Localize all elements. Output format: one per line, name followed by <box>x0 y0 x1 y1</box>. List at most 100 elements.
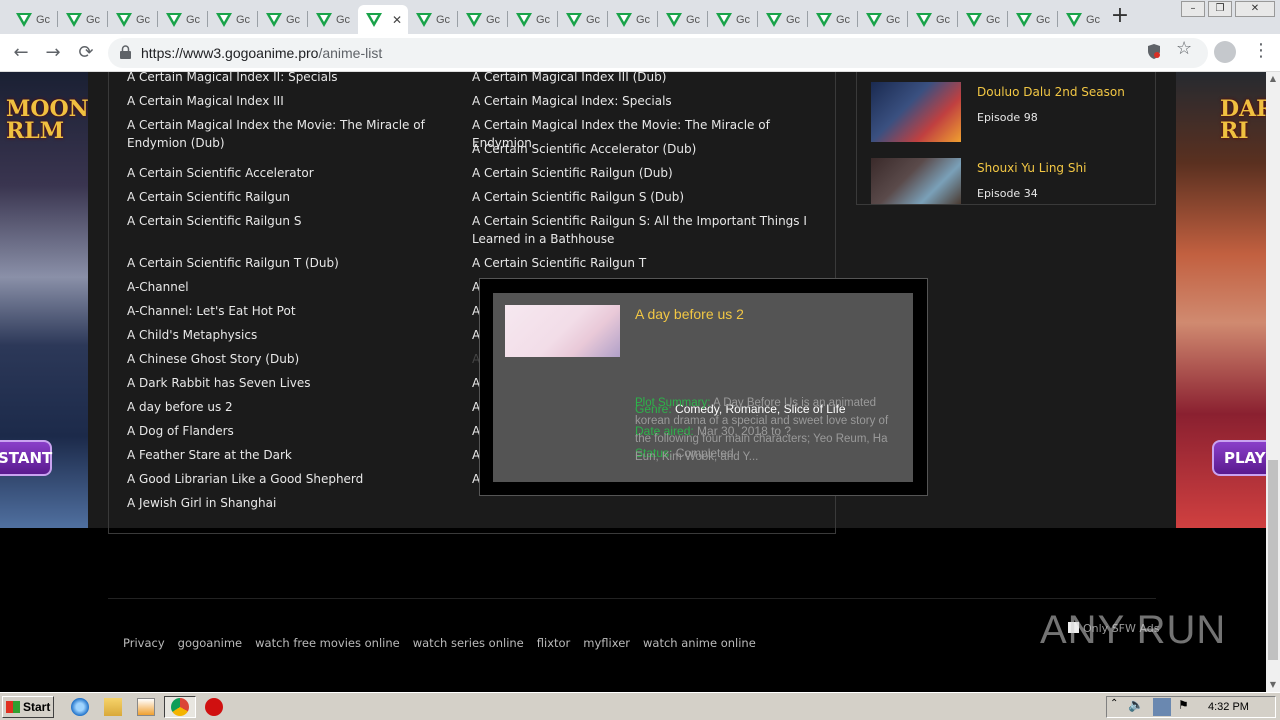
anime-list-item[interactable]: A Good Librarian Like a Good Shepherd <box>127 470 467 488</box>
browser-tab[interactable]: Gc <box>908 5 958 34</box>
anime-list-item[interactable]: A Child's Metaphysics <box>127 326 467 344</box>
anime-list-item[interactable]: A Certain Scientific Railgun S <box>127 212 467 230</box>
back-icon[interactable]: ← <box>10 42 32 64</box>
ie-icon[interactable] <box>71 698 89 716</box>
tab-title: Gc <box>886 13 901 26</box>
anime-list-item[interactable]: A Chinese Ghost Story (Dub) <box>127 350 467 368</box>
anime-list-item[interactable]: A Certain Scientific Accelerator <box>127 164 467 182</box>
anime-list-item[interactable]: A Certain Scientific Railgun S: All the … <box>472 212 812 248</box>
browser-tab[interactable]: Gc <box>1058 5 1108 34</box>
browser-tab[interactable]: Gc <box>58 5 108 34</box>
anime-list-item[interactable]: A Certain Scientific Railgun T (Dub) <box>127 254 467 272</box>
anime-list-item[interactable]: A Certain Magical Index the Movie: The M… <box>127 116 467 152</box>
left-ad-banner[interactable]: MOON RLM STANT <box>0 72 89 528</box>
scroll-down-icon[interactable]: ▼ <box>1266 678 1280 692</box>
anime-list-item[interactable]: A day before us 2 <box>127 398 467 416</box>
reload-icon[interactable]: ⟳ <box>75 42 97 64</box>
shield-alert-icon[interactable] <box>205 698 223 716</box>
anime-list-item[interactable]: A-Channel: Let's Eat Hot Pot <box>127 302 467 320</box>
folder-icon[interactable] <box>104 698 122 716</box>
browser-tab[interactable]: Gc <box>608 5 658 34</box>
page-scrollbar[interactable]: ▲ ▼ <box>1266 72 1280 692</box>
footer-link[interactable]: gogoanime <box>178 636 242 650</box>
browser-tab[interactable]: Gc <box>558 5 608 34</box>
anime-list-item[interactable]: A Certain Scientific Railgun T <box>472 254 812 272</box>
browser-tab[interactable]: Gc <box>8 5 58 34</box>
address-bar[interactable]: https://www3.gogoanime.pro/anime-list <box>108 38 1208 68</box>
new-tab-button[interactable]: + <box>1108 5 1132 29</box>
minimize-button[interactable]: – <box>1181 1 1205 17</box>
anime-list-item[interactable]: A Dog of Flanders <box>127 422 467 440</box>
profile-avatar[interactable] <box>1214 41 1236 63</box>
recent-episode[interactable]: Episode 98 <box>977 111 1038 124</box>
scrollbar-thumb[interactable] <box>1268 460 1278 660</box>
recent-thumbnail[interactable] <box>871 158 961 204</box>
footer-link[interactable]: watch anime online <box>643 636 756 650</box>
anime-list-item[interactable]: A Certain Magical Index II: Specials <box>127 72 467 86</box>
browser-tab[interactable]: Gc <box>758 5 808 34</box>
recent-title[interactable]: Shouxi Yu Ling Shi <box>977 161 1086 175</box>
close-tab-icon[interactable]: ✕ <box>392 13 402 27</box>
network-icon[interactable] <box>1153 698 1171 716</box>
gogoanime-favicon-icon <box>666 12 682 27</box>
tab-title: Gc <box>636 13 651 26</box>
browser-tab[interactable]: Gc <box>958 5 1008 34</box>
anime-list-item[interactable]: A-Channel <box>127 278 467 296</box>
tab-title: Gc <box>36 13 51 26</box>
left-ad-button[interactable]: STANT <box>0 440 52 476</box>
anime-list-item[interactable]: A Certain Scientific Railgun (Dub) <box>472 164 812 182</box>
gogoanime-favicon-icon <box>866 12 882 27</box>
browser-tab[interactable]: Gc <box>708 5 758 34</box>
anime-list-item[interactable]: A Certain Magical Index: Specials <box>472 92 812 110</box>
start-button[interactable]: Start <box>2 696 54 718</box>
browser-tab[interactable]: Gc <box>408 5 458 34</box>
anime-list-item[interactable]: A Certain Scientific Railgun <box>127 188 467 206</box>
browser-tab[interactable]: ✕ <box>358 5 408 34</box>
media-player-icon[interactable] <box>137 698 155 716</box>
browser-tab[interactable]: Gc <box>1008 5 1058 34</box>
right-ad-button[interactable]: PLAY <box>1212 440 1266 476</box>
anime-list-item[interactable]: A Certain Scientific Accelerator (Dub) <box>472 140 812 158</box>
taskbar-chrome-button[interactable] <box>164 696 196 718</box>
browser-tab[interactable]: Gc <box>808 5 858 34</box>
browser-tab[interactable]: Gc <box>858 5 908 34</box>
recent-thumbnail[interactable] <box>871 82 961 142</box>
forward-icon[interactable]: → <box>42 42 64 64</box>
tab-title: Gc <box>586 13 601 26</box>
anime-list-item[interactable]: A Jewish Girl in Shanghai <box>127 494 467 512</box>
windows-logo-icon <box>6 701 20 713</box>
recent-title[interactable]: Douluo Dalu 2nd Season <box>977 85 1125 99</box>
anime-list-item[interactable]: A Certain Scientific Railgun S (Dub) <box>472 188 812 206</box>
browser-tab[interactable]: Gc <box>508 5 558 34</box>
footer-link[interactable]: watch free movies online <box>255 636 400 650</box>
tray-arrow-icon[interactable]: ⌃ <box>1110 698 1128 716</box>
browser-tab[interactable]: Gc <box>658 5 708 34</box>
footer-link[interactable]: flixtor <box>537 636 571 650</box>
footer-link[interactable]: myflixer <box>583 636 630 650</box>
browser-tab[interactable]: Gc <box>158 5 208 34</box>
restore-button[interactable]: ❐ <box>1208 1 1232 17</box>
scroll-up-icon[interactable]: ▲ <box>1266 72 1280 86</box>
browser-tab[interactable]: Gc <box>458 5 508 34</box>
bookmark-star-icon[interactable]: ☆ <box>1176 38 1192 59</box>
flag-icon[interactable]: ⚑ <box>1178 698 1196 716</box>
browser-toolbar: ← → ⟳ https://www3.gogoanime.pro/anime-l… <box>0 34 1280 72</box>
anime-list-item[interactable]: A Certain Magical Index III (Dub) <box>472 72 812 86</box>
browser-tab[interactable]: Gc <box>308 5 358 34</box>
browser-menu-icon[interactable]: ⋮ <box>1252 40 1270 61</box>
site-settings-icon[interactable] <box>1147 44 1161 59</box>
footer-link[interactable]: watch series online <box>413 636 524 650</box>
anime-list-item[interactable]: A Dark Rabbit has Seven Lives <box>127 374 467 392</box>
volume-icon[interactable]: 🔈 <box>1128 698 1146 716</box>
right-ad-banner[interactable]: DAR RI PLAY <box>1176 72 1266 528</box>
browser-tab[interactable]: Gc <box>208 5 258 34</box>
recent-episode[interactable]: Episode 34 <box>977 187 1038 200</box>
tab-title: Gc <box>86 13 101 26</box>
anime-list-item[interactable]: A Feather Stare at the Dark <box>127 446 467 464</box>
close-window-button[interactable]: ✕ <box>1235 1 1275 17</box>
footer-link[interactable]: Privacy <box>123 636 165 650</box>
anime-list-item[interactable]: A Certain Magical Index III <box>127 92 467 110</box>
browser-tab[interactable]: Gc <box>258 5 308 34</box>
tab-title: Gc <box>736 13 751 26</box>
browser-tab[interactable]: Gc <box>108 5 158 34</box>
